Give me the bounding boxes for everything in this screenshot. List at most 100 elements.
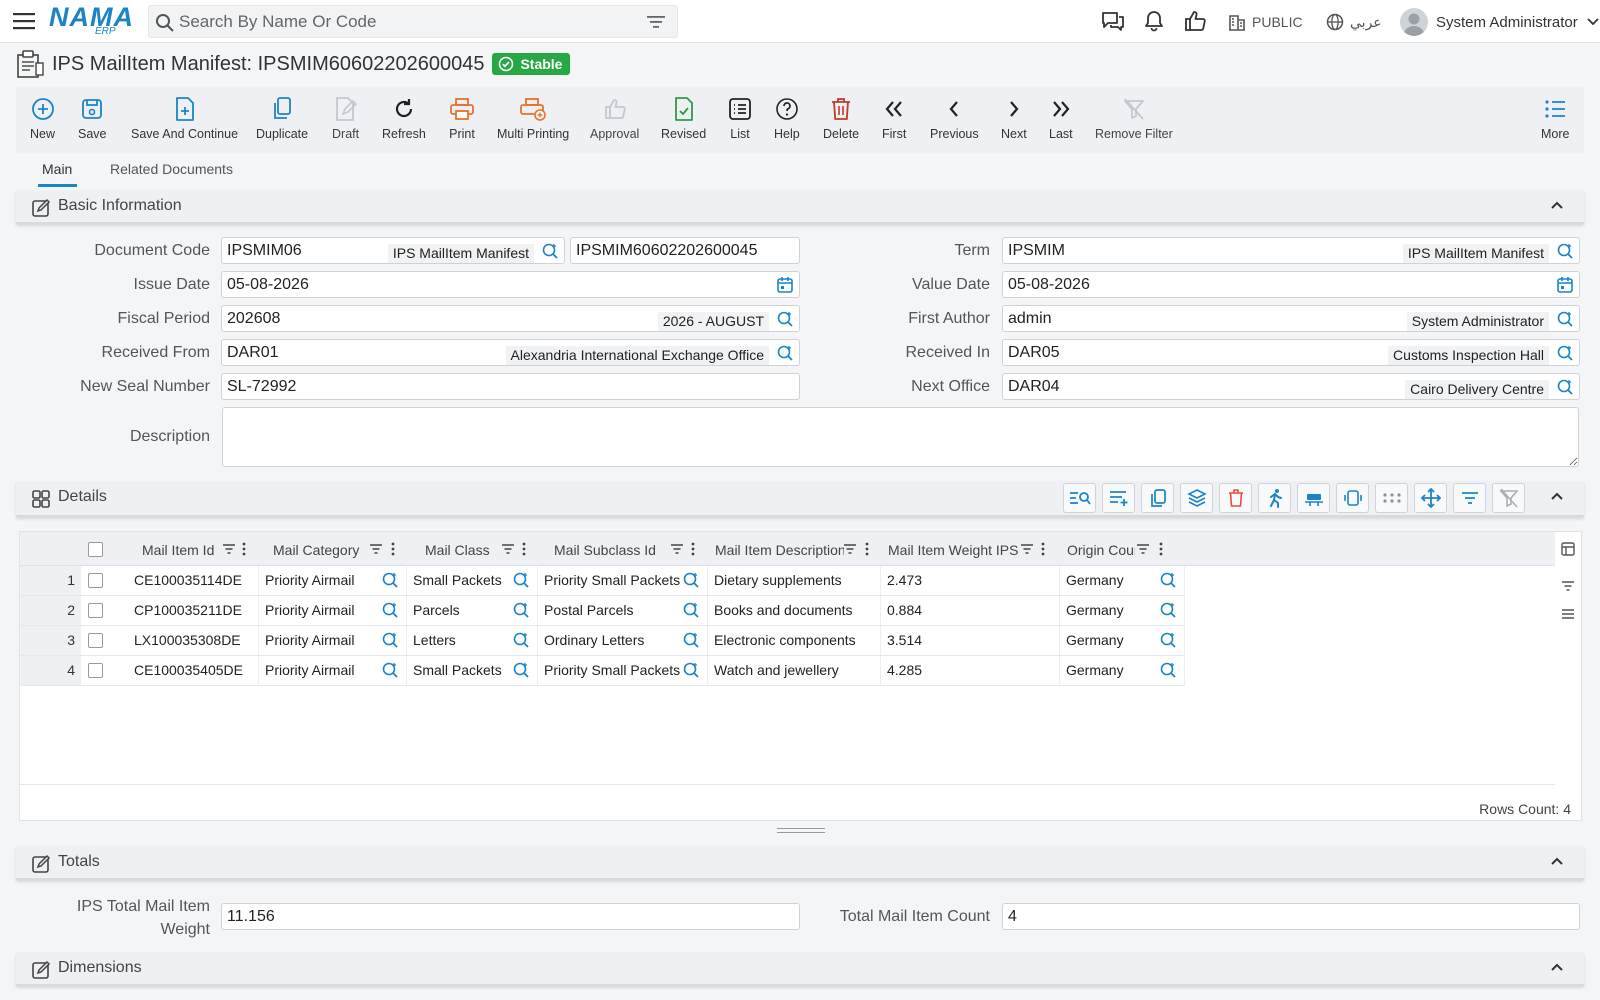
calendar-icon[interactable]: [1557, 276, 1573, 293]
help-button[interactable]: Help: [774, 95, 800, 141]
search-input[interactable]: [179, 6, 639, 37]
cell-weight[interactable]: 2.473: [881, 566, 1060, 595]
delete-rows-icon[interactable]: [1219, 483, 1252, 513]
draft-button[interactable]: Draft: [332, 95, 359, 141]
table-row[interactable]: 4 CE100035405DE Priority Airmail Small Pack…: [20, 656, 1185, 686]
cell-description[interactable]: Books and documents: [708, 596, 881, 625]
lookup-search-icon[interactable]: [1159, 631, 1177, 649]
column-filter-icon[interactable]: [501, 543, 515, 555]
cell-id[interactable]: CE100035114DE: [128, 566, 259, 595]
column-header-mail-subclass-id[interactable]: Mail Subclass Id: [538, 532, 708, 566]
column-menu-icon[interactable]: [1041, 542, 1045, 556]
lookup-search-icon[interactable]: [776, 344, 794, 362]
cell-origin[interactable]: Germany: [1060, 566, 1185, 595]
column-filter-icon[interactable]: [1020, 543, 1034, 555]
cell-origin[interactable]: Germany: [1060, 626, 1185, 655]
totals-header[interactable]: Totals: [16, 846, 1584, 880]
cell-origin[interactable]: Germany: [1060, 656, 1185, 685]
cell-description[interactable]: Dietary supplements: [708, 566, 881, 595]
column-menu-icon[interactable]: [1159, 542, 1163, 556]
notification-bell-icon[interactable]: [1143, 10, 1165, 32]
lookup-search-icon[interactable]: [512, 661, 530, 679]
copy-rows-icon[interactable]: [1141, 483, 1174, 513]
calendar-icon[interactable]: [777, 276, 793, 293]
lookup-search-icon[interactable]: [682, 601, 700, 619]
tab-related-documents[interactable]: Related Documents: [110, 161, 233, 177]
basic-information-header[interactable]: Basic Information: [16, 190, 1584, 224]
grid-filter-off-icon[interactable]: [1492, 483, 1525, 513]
cell-category[interactable]: Priority Airmail: [259, 656, 407, 685]
select-all-checkbox[interactable]: [88, 542, 103, 557]
issue-date-field[interactable]: 05-08-2026: [221, 271, 800, 298]
move-arrows-icon[interactable]: [1414, 483, 1447, 513]
grid-filter-icon[interactable]: [1453, 483, 1486, 513]
previous-button[interactable]: Previous: [930, 95, 979, 141]
refresh-button[interactable]: Refresh: [382, 95, 426, 141]
column-filter-icon[interactable]: [222, 543, 236, 555]
column-header-mail-category[interactable]: Mail Category: [259, 532, 407, 566]
language-selector[interactable]: عربي: [1326, 11, 1382, 33]
layers-icon[interactable]: [1180, 483, 1213, 513]
side-filter-icon[interactable]: [1561, 580, 1575, 592]
cell-subclass[interactable]: Priority Small Packets: [538, 566, 708, 595]
cell-subclass[interactable]: Postal Parcels: [538, 596, 708, 625]
next-button[interactable]: Next: [1001, 95, 1027, 141]
last-button[interactable]: Last: [1049, 95, 1073, 141]
lookup-search-icon[interactable]: [512, 631, 530, 649]
next-office-field[interactable]: DAR04 Cairo Delivery Centre: [1002, 373, 1580, 400]
document-number-field[interactable]: IPSMIM60602202600045: [570, 237, 800, 264]
save-and-continue-button[interactable]: Save And Continue: [131, 95, 238, 141]
table-split-icon[interactable]: [1297, 483, 1330, 513]
lookup-search-icon[interactable]: [1556, 242, 1574, 260]
cell-weight[interactable]: 3.514: [881, 626, 1060, 655]
table-row[interactable]: 3 LX100035308DE Priority Airmail Letters Ord…: [20, 626, 1185, 656]
thumbs-up-icon[interactable]: [1184, 10, 1206, 32]
column-filter-icon[interactable]: [1136, 543, 1150, 555]
column-filter-icon[interactable]: [670, 543, 684, 555]
list-button[interactable]: List: [728, 95, 752, 141]
duplicate-button[interactable]: Duplicate: [256, 95, 308, 141]
lookup-search-icon[interactable]: [512, 571, 530, 589]
cell-origin[interactable]: Germany: [1060, 596, 1185, 625]
column-resize-icon[interactable]: [1336, 483, 1369, 513]
column-header-mail-item-description[interactable]: Mail Item Description: [708, 532, 881, 566]
total-weight-field[interactable]: 11.156: [221, 903, 800, 930]
add-row-icon[interactable]: [1102, 483, 1135, 513]
column-menu-icon[interactable]: [391, 542, 395, 556]
lookup-search-icon[interactable]: [1159, 601, 1177, 619]
chevron-up-icon[interactable]: [1550, 200, 1564, 210]
received-from-field[interactable]: DAR01 Alexandria International Exchange …: [221, 339, 800, 366]
lookup-search-icon[interactable]: [512, 601, 530, 619]
lookup-search-icon[interactable]: [682, 631, 700, 649]
cell-description[interactable]: Electronic components: [708, 626, 881, 655]
row-checkbox[interactable]: [88, 633, 103, 648]
total-count-field[interactable]: 4: [1002, 903, 1580, 930]
value-date-field[interactable]: 05-08-2026: [1002, 271, 1580, 298]
company-selector[interactable]: PUBLIC: [1228, 11, 1303, 33]
delete-button[interactable]: Delete: [823, 95, 859, 141]
tab-main[interactable]: Main: [42, 161, 72, 177]
remove-filter-button[interactable]: Remove Filter: [1095, 95, 1173, 141]
cell-subclass[interactable]: Priority Small Packets: [538, 656, 708, 685]
lookup-search-icon[interactable]: [541, 242, 559, 260]
chevron-up-icon[interactable]: [1550, 856, 1564, 866]
column-chooser-icon[interactable]: [1561, 542, 1575, 556]
table-row[interactable]: 2 CP100035211DE Priority Airmail Parcels Pos…: [20, 596, 1185, 626]
description-textarea[interactable]: [222, 407, 1579, 467]
row-checkbox[interactable]: [88, 603, 103, 618]
lookup-search-icon[interactable]: [1556, 378, 1574, 396]
more-button[interactable]: More: [1541, 95, 1569, 141]
column-filter-icon[interactable]: [843, 543, 857, 555]
lookup-search-icon[interactable]: [1159, 661, 1177, 679]
cell-weight[interactable]: 4.285: [881, 656, 1060, 685]
row-checkbox[interactable]: [88, 663, 103, 678]
cell-subclass[interactable]: Ordinary Letters: [538, 626, 708, 655]
cell-class[interactable]: Small Packets: [407, 656, 538, 685]
lookup-search-icon[interactable]: [381, 571, 399, 589]
lookup-search-icon[interactable]: [682, 661, 700, 679]
chevron-up-icon[interactable]: [1550, 491, 1564, 501]
grid-resize-handle[interactable]: [777, 828, 825, 834]
search-filter-icon[interactable]: [647, 14, 665, 30]
column-menu-icon[interactable]: [865, 542, 869, 556]
side-menu-icon[interactable]: [1561, 608, 1575, 620]
